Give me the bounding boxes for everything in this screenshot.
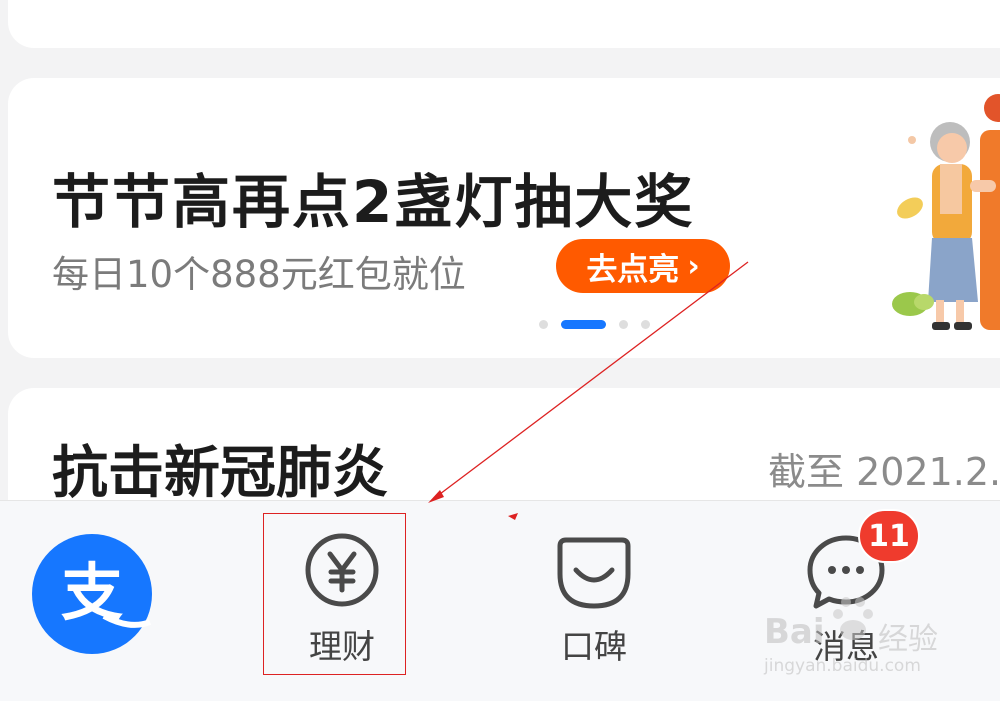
baidu-watermark-logo: Bai 经验 jingyan.baidu.com [760,592,950,682]
watermark-url: jingyan.baidu.com [764,656,921,676]
watermark-brand2: 经验 [878,622,938,657]
watermark-brand: Bai [764,612,825,652]
